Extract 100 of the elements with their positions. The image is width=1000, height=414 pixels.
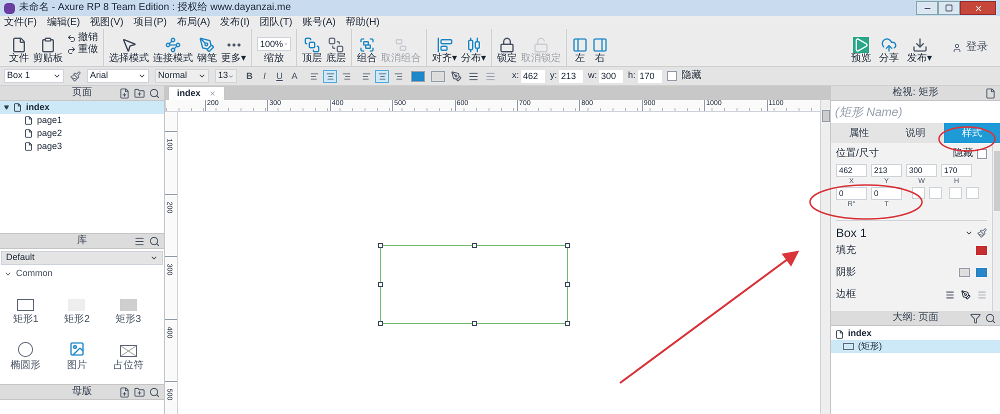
page-tree-item[interactable]: index [0,101,164,114]
undo-button[interactable]: 撤销 [67,33,98,43]
add-folder-icon[interactable] [134,88,145,98]
resize-handle[interactable] [378,282,383,287]
align-toggle[interactable] [323,70,337,82]
position-field[interactable]: 213 [871,164,902,177]
toolbar-button[interactable]: 文件 [9,37,29,64]
search-icon[interactable] [149,236,160,246]
toolbar-button[interactable]: 选择模式 [109,37,149,64]
toolbar-button[interactable]: 左 [572,37,588,64]
toolbar-button[interactable]: 更多▾ [221,37,246,64]
search-icon[interactable] [149,386,160,398]
outline-item[interactable]: (矩形) [831,340,1000,353]
style-edit-icon[interactable] [977,228,987,238]
fill-color-swatch[interactable] [976,246,987,255]
inspector-tab[interactable]: 说明 [887,123,944,143]
rotation-field[interactable]: 0 [871,187,902,200]
shadow-swatch[interactable] [959,268,970,277]
menu-item[interactable]: 布局(A) [176,18,210,28]
geometry-field[interactable]: 170 [638,70,662,82]
resize-handle[interactable] [472,243,477,248]
shadow-swatch[interactable] [431,70,445,82]
font-dropdown[interactable]: Arial [87,69,149,83]
menu-icon[interactable] [134,236,145,246]
filter-icon[interactable] [970,312,981,324]
page-tab[interactable]: index [169,87,224,100]
menu-item[interactable]: 项目(P) [133,18,167,28]
rotation-field[interactable]: 0 [836,187,867,200]
toolbar-button[interactable]: 分布▾ [461,37,486,64]
library-widget[interactable]: 矩形2 [51,285,103,325]
page-icon[interactable] [985,88,996,98]
menu-item[interactable]: 发布(I) [220,18,250,28]
geometry-field[interactable]: 462 [521,70,546,82]
position-field[interactable]: 462 [836,164,867,177]
geometry-field[interactable]: 300 [599,70,624,82]
format-button[interactable]: A [288,70,301,82]
add-master-icon[interactable] [119,386,130,398]
library-widget[interactable]: 矩形1 [0,285,52,325]
line-weight-icon[interactable] [468,70,479,82]
page-tree-item[interactable]: page1 [0,114,164,127]
redo-button[interactable]: 重做 [67,45,98,55]
style-edit-icon[interactable] [70,70,81,82]
close-button[interactable] [960,1,996,15]
resize-handle[interactable] [565,282,570,287]
line-color-icon[interactable] [451,70,462,82]
resize-handle[interactable] [565,321,570,326]
search-icon[interactable] [149,88,160,98]
toolbar-button[interactable]: 顶层 [302,37,322,64]
outline-item[interactable]: index [831,328,1000,340]
toolbar-button[interactable]: 底层 [326,37,346,64]
toolbar-button[interactable]: 连接模式 [153,37,193,64]
toolbar-button[interactable]: 发布▾ [907,37,932,64]
page-tree-item[interactable]: page3 [0,140,164,153]
font-weight-dropdown[interactable]: Normal [155,69,209,83]
style-dropdown[interactable]: Box 1 [4,69,64,83]
resize-handle[interactable] [378,243,383,248]
resize-handle[interactable] [378,321,383,326]
geometry-field[interactable]: 213 [559,70,584,82]
toolbar-button[interactable]: 剪贴板 [33,37,63,64]
position-field[interactable]: 170 [941,164,972,177]
login-button[interactable]: 登录 [952,39,988,56]
expand-triangle-icon[interactable] [4,105,9,110]
menu-item[interactable]: 编辑(E) [46,18,80,28]
library-widget[interactable]: 占位符 [102,331,154,371]
fill-color-swatch[interactable] [411,70,425,82]
menu-item[interactable]: 帮助(H) [346,18,380,28]
checkbox[interactable] [666,71,677,81]
shadow-color-swatch[interactable] [976,268,987,277]
format-button[interactable]: B [243,70,256,82]
checkbox[interactable] [977,149,987,159]
toolbar-button[interactable]: 右 [592,37,608,64]
toolbar-button[interactable]: 分享 [879,37,899,64]
line-weight-icon[interactable] [945,290,955,300]
align-toggle[interactable] [375,70,389,82]
position-field[interactable]: 300 [906,164,937,177]
inspector-tab[interactable]: 属性 [831,123,888,143]
library-widget[interactable]: 椭圆形 [0,331,52,371]
page-tree-item[interactable]: page2 [0,127,164,140]
toolbar-button[interactable]: 组合 [357,37,377,64]
line-color-icon[interactable] [961,290,971,300]
menu-item[interactable]: 团队(T) [260,18,292,28]
library-widget[interactable]: 图片 [51,331,103,371]
toolbar-button[interactable]: 对齐▾ [432,37,457,64]
resize-handle[interactable] [472,321,477,326]
font-size-dropdown[interactable]: 13 [215,69,237,83]
toolbar-button[interactable]: 锁定 [497,37,517,64]
resize-handle[interactable] [565,243,570,248]
library-section[interactable]: Common [0,267,164,281]
caret-icon[interactable] [965,229,973,237]
toolbar-button[interactable]: 钢笔 [197,37,217,64]
menu-item[interactable]: 视图(V) [90,18,124,28]
add-page-icon[interactable] [119,88,130,98]
library-widget[interactable]: 矩形3 [102,285,154,325]
format-button[interactable]: U [273,70,286,82]
menu-item[interactable]: 文件(F) [4,18,37,28]
zoom-dropdown[interactable]: 100% [257,37,291,51]
format-button[interactable]: I [258,70,271,82]
add-folder-icon[interactable] [134,386,145,398]
toolbar-button[interactable]: 预览 [851,37,871,64]
library-dropdown[interactable]: Default [1,251,163,265]
